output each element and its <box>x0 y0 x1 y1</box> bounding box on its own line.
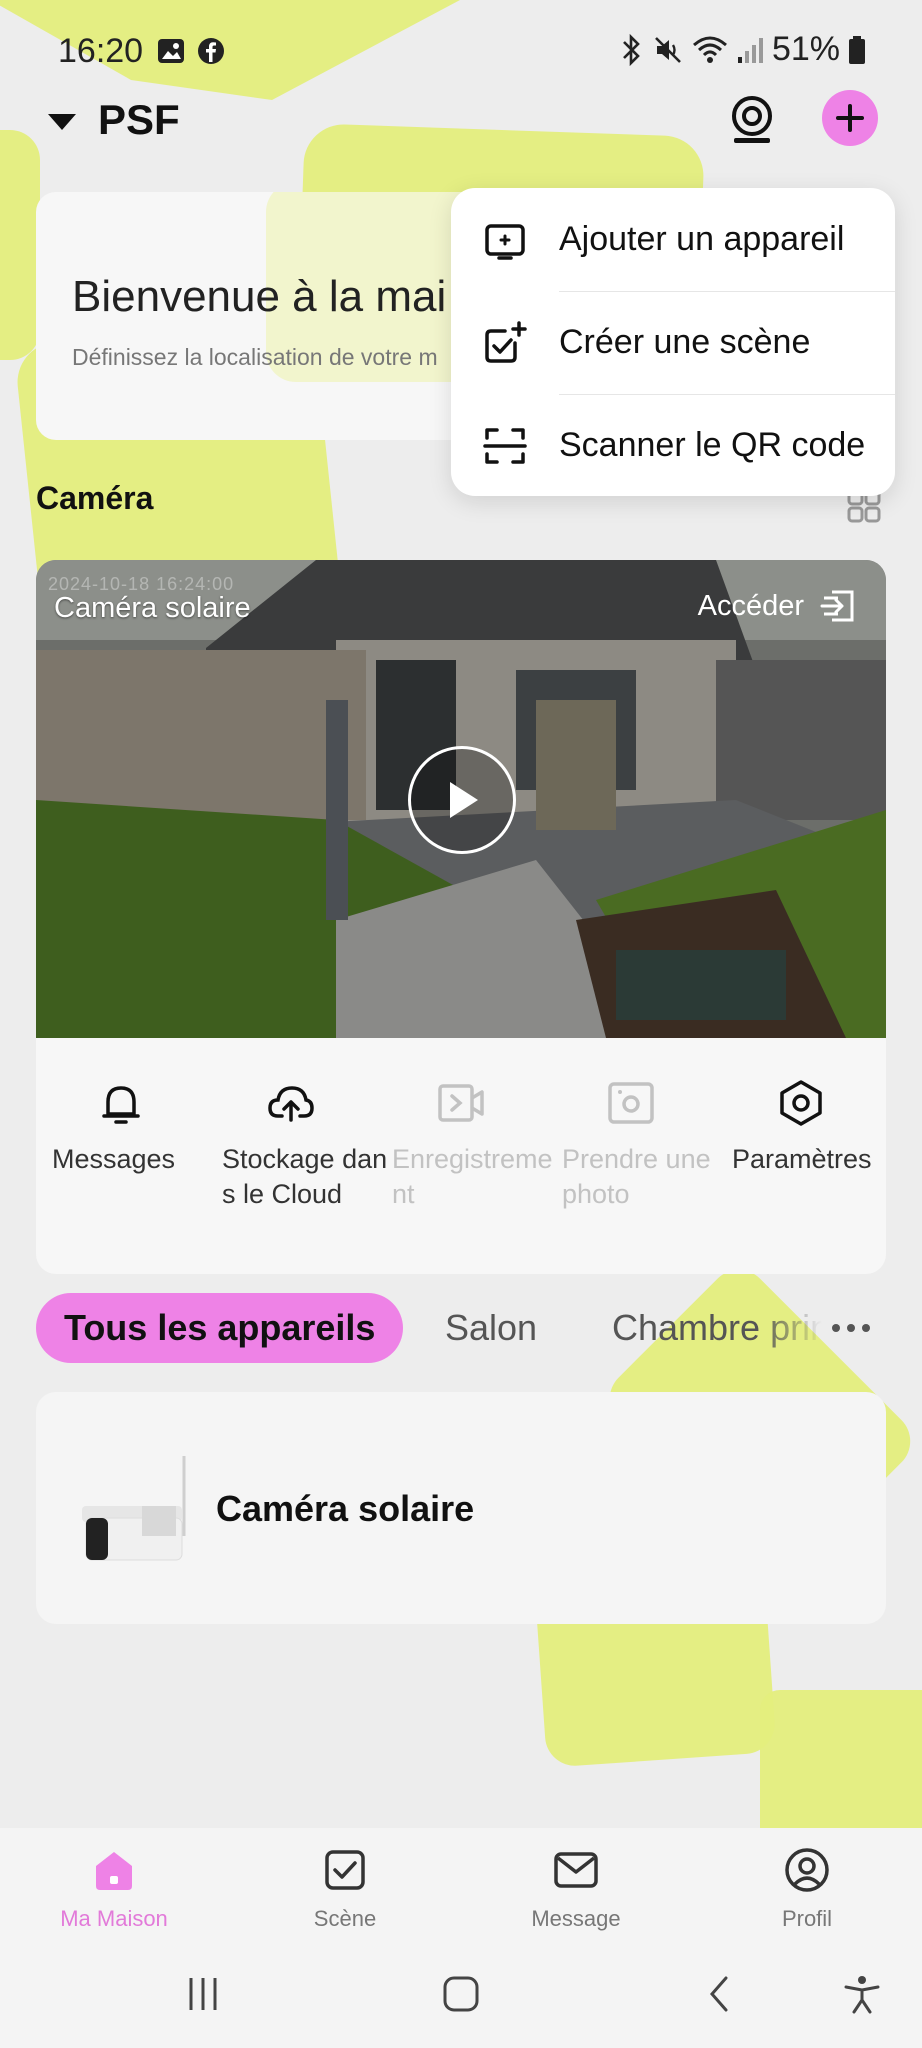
profile-icon <box>785 1848 829 1892</box>
tab-chambre-principale[interactable]: Chambre principale <box>612 1293 822 1363</box>
facebook-icon <box>198 38 224 64</box>
tab-all-devices[interactable]: Tous les appareils <box>36 1293 404 1363</box>
more-icon[interactable] <box>826 1313 876 1343</box>
bottom-nav: Ma Maison Scène Message Profil <box>0 1828 922 1938</box>
camera-video-preview[interactable]: 2024-10-18 16:24:00 Caméra solaire Accéd… <box>36 560 886 1038</box>
qr-scan-icon <box>483 427 527 464</box>
nav-label: Ma Maison <box>60 1906 168 1931</box>
wifi-icon <box>692 36 727 63</box>
menu-item-label: Ajouter un appareil <box>559 220 845 258</box>
section-title-camera: Caméra <box>36 480 154 516</box>
add-button[interactable] <box>822 90 878 146</box>
add-device-icon <box>485 223 525 260</box>
home-name: PSF <box>98 96 180 143</box>
scene-check-icon <box>325 1850 365 1890</box>
access-label: Accéder <box>697 589 804 622</box>
home-selector[interactable]: PSF <box>48 96 180 144</box>
welcome-title: Bienvenue à la mai <box>72 272 447 321</box>
dropdown-caret-icon <box>48 114 76 130</box>
menu-item-create-scene[interactable]: Créer une scène <box>451 291 895 394</box>
action-label: Enregistrement <box>392 1144 553 1209</box>
play-button[interactable] <box>408 746 516 854</box>
background-shape <box>0 130 40 360</box>
menu-item-add-device[interactable]: Ajouter un appareil <box>451 188 895 291</box>
photo-icon <box>608 1082 654 1124</box>
create-scene-icon <box>485 320 527 363</box>
header: PSF <box>0 90 922 160</box>
home-nav-icon[interactable] <box>441 1974 481 2014</box>
cloud-upload-icon <box>268 1086 314 1122</box>
camera-card: 2024-10-18 16:24:00 Caméra solaire Accéd… <box>36 560 886 1274</box>
system-nav-bar <box>0 1938 922 2048</box>
device-card[interactable]: Caméra solaire <box>36 1392 886 1624</box>
add-menu-popup: Ajouter un appareil Créer une scène Scan… <box>451 188 895 496</box>
bluetooth-icon <box>623 33 640 66</box>
welcome-subtitle: Définissez la localisation de votre m <box>72 344 438 370</box>
nav-label: Scène <box>313 1906 377 1931</box>
tab-salon[interactable]: Salon <box>445 1293 537 1363</box>
bell-icon <box>102 1086 140 1124</box>
room-tabs: Tous les appareils Salon Chambre princip… <box>36 1293 886 1363</box>
nav-message[interactable]: Message <box>476 1828 676 1938</box>
status-bar: 16:20 51% <box>0 0 922 100</box>
battery-percent: 51% <box>771 30 840 68</box>
recent-apps-icon[interactable] <box>183 1974 223 2014</box>
play-icon <box>450 782 478 818</box>
camera-actions: Messages Stockage dans le Cloud Enregist… <box>36 1038 886 1274</box>
envelope-icon <box>554 1852 598 1888</box>
camera-name: Caméra solaire <box>54 592 251 624</box>
gallery-icon <box>158 39 184 63</box>
enter-icon <box>820 590 854 622</box>
action-label: Prendre une photo <box>562 1144 711 1209</box>
accessibility-icon[interactable] <box>842 1974 882 2014</box>
action-label: Stockage dans le Cloud <box>222 1144 388 1209</box>
menu-item-label: Scanner le QR code <box>559 426 866 464</box>
mute-icon <box>655 36 681 63</box>
record-video-icon <box>438 1084 484 1122</box>
signal-icon <box>737 37 763 63</box>
access-button[interactable]: Accéder <box>698 586 858 626</box>
nav-scene[interactable]: Scène <box>245 1828 445 1938</box>
nav-label: Profil <box>781 1906 833 1931</box>
nav-profil[interactable]: Profil <box>707 1828 907 1938</box>
nav-ma-maison[interactable]: Ma Maison <box>14 1828 214 1938</box>
webcam-icon[interactable] <box>726 94 778 146</box>
action-label: Paramètres <box>732 1144 872 1174</box>
back-icon[interactable] <box>700 1974 740 2014</box>
menu-item-scan-qr[interactable]: Scanner le QR code <box>451 394 895 497</box>
action-label: Messages <box>52 1144 176 1174</box>
solar-camera-thumbnail <box>82 1456 186 1561</box>
status-time: 16:20 <box>58 32 144 70</box>
nav-label: Message <box>531 1906 621 1931</box>
device-name: Caméra solaire <box>216 1488 475 1529</box>
plus-icon <box>836 104 864 132</box>
menu-item-label: Créer une scène <box>559 323 811 361</box>
settings-hex-icon <box>780 1080 822 1126</box>
battery-icon <box>849 35 865 64</box>
home-icon <box>96 1852 132 1890</box>
